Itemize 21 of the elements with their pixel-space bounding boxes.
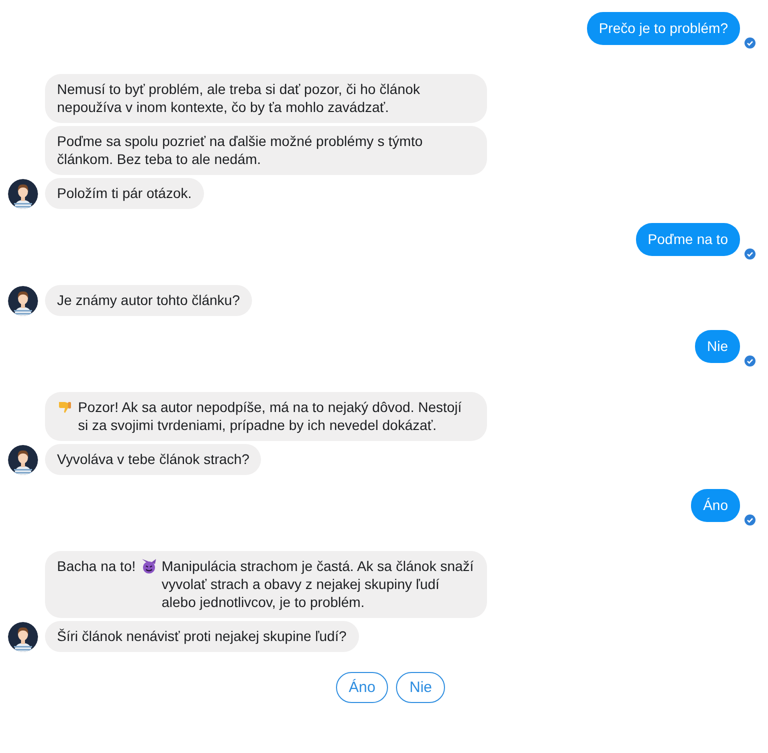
message-text: Poďme sa spolu pozrieť na ďalšie možné problémy s týmto článkom. Bez teba to ale nedám. <box>57 132 424 168</box>
quick-reply-button[interactable]: Áno <box>336 672 388 703</box>
message-text: Bacha na to! <box>57 557 136 575</box>
message-text: Manipulácia strachom je častá. Ak sa článok snaží vyvolať strach a obavy z nejakej skupiny ľudí alebo jednotlivcov, je to problém. <box>162 557 475 611</box>
avatar-icon <box>8 286 38 316</box>
message-text: Vyvoláva v tebe článok strach? <box>57 450 250 468</box>
message-text: Nie <box>706 337 728 355</box>
devil-icon <box>140 558 157 574</box>
message-text: Nemusí to byť problém, ale treba si dať pozor, či ho článok nepoužíva v inom kontexte, čo by ťa mohlo zavádzať. <box>57 80 422 116</box>
avatar-icon <box>8 179 38 209</box>
message-text: Áno <box>703 496 728 514</box>
thumbs-down-icon <box>57 399 73 415</box>
message-text: Položím ti pár otázok. <box>57 184 192 202</box>
message-text: Je známy autor tohto článku? <box>57 291 240 309</box>
message-text: Pozor! Ak sa autor nepodpíše, má na to nejaký dôvod. Nestojí si za svojimi tvrdeniami, prípadne by ich nevedel dokázať. <box>78 398 463 434</box>
message-text: Prečo je to problém? <box>598 19 728 37</box>
avatar-icon <box>8 622 38 652</box>
avatar-icon <box>8 445 38 475</box>
message-text: Šíri článok nenávisť proti nejakej skupine ľudí? <box>57 627 346 645</box>
message-text: Poďme na to <box>648 230 728 248</box>
quick-reply-button[interactable]: Nie <box>396 672 445 703</box>
